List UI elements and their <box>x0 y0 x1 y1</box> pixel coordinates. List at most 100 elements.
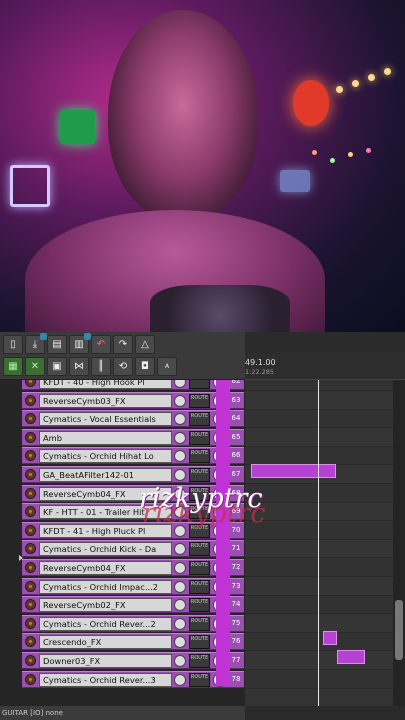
track-lane[interactable] <box>245 540 393 559</box>
volume-knob-icon[interactable] <box>174 543 186 556</box>
auto-icon[interactable]: A <box>157 357 177 376</box>
track-row[interactable]: Crescendo_FX ROUTE 76 <box>22 633 244 651</box>
route-button[interactable]: ROUTE <box>189 542 210 557</box>
scroll-thumb[interactable] <box>395 600 403 660</box>
save-icon[interactable]: ▤ <box>47 335 67 354</box>
volume-knob-icon[interactable] <box>174 562 186 574</box>
mixer-icon[interactable]: ║ <box>91 357 111 376</box>
track-name[interactable]: ReverseCymb02_FX <box>39 598 172 613</box>
track-name[interactable]: KFDT - 40 - High Hook Pl <box>39 380 172 389</box>
route-button[interactable]: ROUTE <box>189 380 210 389</box>
track-lane[interactable] <box>245 391 393 410</box>
track-name[interactable]: Cymatics - Orchid Rever...2 <box>39 616 172 631</box>
record-arm-icon[interactable] <box>25 394 36 406</box>
volume-knob-icon[interactable] <box>174 599 186 612</box>
media-item[interactable] <box>323 631 337 645</box>
track-name[interactable]: Cymatics - Orchid Rever...3 <box>39 672 172 687</box>
record-arm-icon[interactable] <box>25 450 36 462</box>
record-arm-icon[interactable] <box>25 673 36 685</box>
track-row[interactable]: Downer03_FX ROUTE 77 <box>22 652 244 669</box>
media-item[interactable] <box>337 650 365 664</box>
track-lane[interactable] <box>245 652 393 670</box>
route-button[interactable]: ROUTE <box>189 449 210 464</box>
record-arm-icon[interactable] <box>25 469 36 480</box>
horizontal-scrollbar[interactable] <box>245 706 405 720</box>
track-name[interactable]: Crescendo_FX <box>39 635 172 650</box>
route-button[interactable]: ROUTE <box>189 635 210 650</box>
undo-icon[interactable]: ↶ <box>91 335 111 354</box>
track-lane[interactable] <box>245 670 393 689</box>
volume-knob-icon[interactable] <box>174 431 186 444</box>
crossfade-icon[interactable]: ⋈ <box>69 357 89 376</box>
volume-knob-icon[interactable] <box>174 617 186 630</box>
record-arm-icon[interactable] <box>25 655 36 666</box>
volume-knob-icon[interactable] <box>174 673 186 686</box>
track-lane[interactable] <box>245 559 393 577</box>
timeline-ruler[interactable]: 49.1.00 1:22.285 <box>245 354 405 380</box>
playhead[interactable] <box>318 380 319 706</box>
track-lane[interactable] <box>245 447 393 466</box>
track-row[interactable]: Amb ROUTE 65 <box>22 428 244 446</box>
open-project-icon[interactable]: ⤓ <box>25 333 47 354</box>
arrange-view[interactable] <box>245 380 393 706</box>
record-arm-icon[interactable] <box>25 580 36 592</box>
record-arm-icon[interactable] <box>25 413 36 425</box>
ripple-icon[interactable]: ▣ <box>47 357 67 376</box>
track-lane[interactable] <box>245 633 393 652</box>
track-row[interactable]: Cymatics - Orchid Rever...2 ROUTE 75 <box>22 614 244 632</box>
lock-icon[interactable]: ◘ <box>135 357 155 376</box>
track-row[interactable]: ReverseCymb04_FX ROUTE 72 <box>22 559 244 576</box>
snap-icon[interactable]: ✕ <box>25 357 45 376</box>
record-arm-icon[interactable] <box>25 617 36 629</box>
track-lane[interactable] <box>245 484 393 503</box>
route-button[interactable]: ROUTE <box>189 412 210 427</box>
render-icon[interactable]: ▥ <box>69 333 91 354</box>
track-lane[interactable] <box>245 521 393 540</box>
track-lane[interactable] <box>245 596 393 615</box>
track-name[interactable]: Cymatics - Orchid Impac...2 <box>39 579 172 594</box>
track-name[interactable]: Cymatics - Vocal Essentials <box>39 412 172 427</box>
record-arm-icon[interactable] <box>25 636 36 648</box>
route-button[interactable]: ROUTE <box>189 579 210 594</box>
track-name[interactable]: Cymatics - Orchid Kick - Da <box>39 542 172 557</box>
record-arm-icon[interactable] <box>25 562 36 573</box>
vertical-scrollbar[interactable] <box>393 380 405 706</box>
track-row[interactable]: Cymatics - Orchid Kick - Da ROUTE 71 <box>22 540 244 558</box>
track-row[interactable]: Cymatics - Orchid Rever...3 ROUTE 78 <box>22 670 244 688</box>
track-lane[interactable] <box>245 503 393 522</box>
record-arm-icon[interactable] <box>25 524 36 536</box>
track-row[interactable]: Cymatics - Vocal Essentials ROUTE 64 <box>22 410 244 428</box>
record-arm-icon[interactable] <box>25 599 36 611</box>
track-lane[interactable] <box>245 380 393 391</box>
media-item[interactable] <box>251 464 336 478</box>
track-lane[interactable] <box>245 577 393 596</box>
new-project-icon[interactable]: ▯ <box>3 335 23 354</box>
volume-knob-icon[interactable] <box>174 413 186 426</box>
route-button[interactable]: ROUTE <box>189 468 210 482</box>
volume-knob-icon[interactable] <box>174 394 186 407</box>
route-button[interactable]: ROUTE <box>189 672 210 687</box>
track-row[interactable]: Cymatics - Orchid Impac...2 ROUTE 73 <box>22 577 244 595</box>
route-button[interactable]: ROUTE <box>189 393 210 408</box>
route-button[interactable]: ROUTE <box>189 598 210 613</box>
track-name[interactable]: Amb <box>39 430 172 445</box>
metronome-icon[interactable]: △ <box>135 335 155 354</box>
track-name[interactable]: GA_BeatAFilter142-01 <box>39 468 172 482</box>
grid-icon[interactable]: ▦ <box>3 357 23 376</box>
route-button[interactable]: ROUTE <box>189 561 210 575</box>
route-button[interactable]: ROUTE <box>189 616 210 631</box>
track-row[interactable]: GA_BeatAFilter142-01 ROUTE 67 <box>22 466 244 483</box>
track-row[interactable]: ReverseCymb02_FX ROUTE 74 <box>22 596 244 614</box>
track-name[interactable]: ReverseCymb03_FX <box>39 393 172 408</box>
track-lane[interactable] <box>245 428 393 447</box>
loop-icon[interactable]: ⟲ <box>113 357 133 376</box>
track-name[interactable]: Cymatics - Orchid Hihat Lo <box>39 449 172 464</box>
record-arm-icon[interactable] <box>25 380 36 387</box>
track-row[interactable]: ReverseCymb03_FX ROUTE 63 <box>22 391 244 409</box>
track-row[interactable]: KFDT - 40 - High Hook Pl ROUTE 62 <box>22 380 244 390</box>
volume-knob-icon[interactable] <box>174 380 186 388</box>
redo-icon[interactable]: ↷ <box>113 335 133 354</box>
route-button[interactable]: ROUTE <box>189 654 210 668</box>
volume-knob-icon[interactable] <box>174 450 186 463</box>
track-lane[interactable] <box>245 614 393 633</box>
